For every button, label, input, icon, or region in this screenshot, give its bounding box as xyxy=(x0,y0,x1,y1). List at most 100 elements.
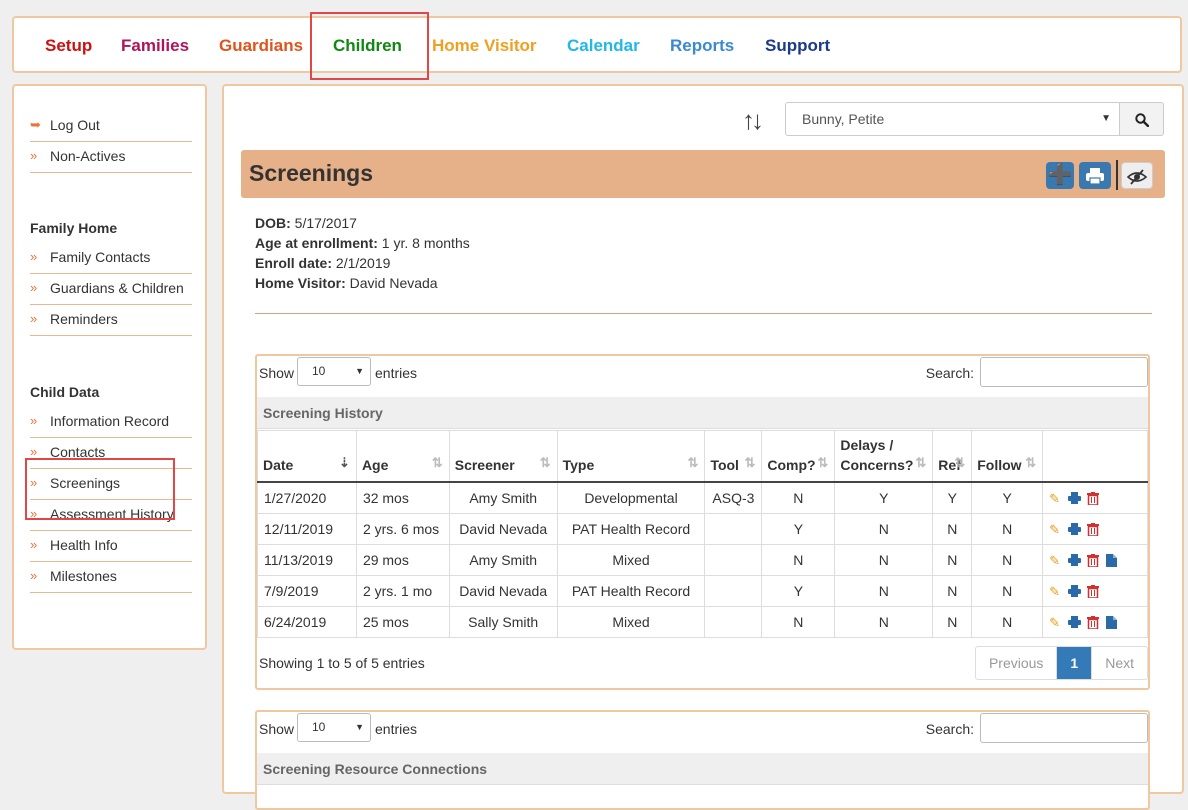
cell-tool xyxy=(704,605,763,638)
sidebar-item-label: Reminders xyxy=(50,311,118,327)
chevron-right-icon: » xyxy=(30,280,38,295)
cell-follow: N xyxy=(971,574,1044,607)
nav-setup[interactable]: Setup xyxy=(45,36,92,56)
cell-tool xyxy=(704,543,763,576)
trash-icon[interactable] xyxy=(1087,491,1100,506)
col-ref[interactable]: Ref ⇅ xyxy=(932,430,973,483)
sidebar-item-label: Health Info xyxy=(50,537,118,553)
sort-icon: ⇅ xyxy=(1025,454,1037,470)
nav-support[interactable]: Support xyxy=(765,36,830,56)
col-follow[interactable]: Follow ⇅ xyxy=(971,430,1044,483)
cell-type: PAT Health Record xyxy=(556,574,706,607)
add-button[interactable]: ➕ xyxy=(1046,162,1074,189)
col-type[interactable]: Type ⇅ xyxy=(556,430,706,483)
cell-screener: Amy Smith xyxy=(448,481,558,514)
print-icon[interactable] xyxy=(1068,491,1082,506)
pagination-page-1[interactable]: 1 xyxy=(1057,647,1093,679)
edit-icon[interactable]: ✎ xyxy=(1049,522,1062,537)
sidebar-item-family-contacts[interactable]: » Family Contacts xyxy=(30,243,192,274)
cell-age: 25 mos xyxy=(355,605,450,638)
table-row: 6/24/2019 25 mos Sally Smith Mixed N N N N ✎ xyxy=(257,605,1148,638)
col-date[interactable]: Date ⇣ xyxy=(257,430,357,483)
entries-length-select[interactable]: 10 ▼ xyxy=(297,357,371,386)
search-button[interactable] xyxy=(1119,102,1164,136)
pagination-next[interactable]: Next xyxy=(1092,647,1147,679)
sidebar-item-log-out[interactable]: ➥ Log Out xyxy=(30,111,192,142)
page-header: Screenings ➕ xyxy=(241,150,1165,198)
nav-home-visitor[interactable]: Home Visitor xyxy=(432,36,537,56)
col-screener[interactable]: Screener ⇅ xyxy=(448,430,558,483)
entries-length-value: 10 xyxy=(312,720,326,734)
col-delays[interactable]: Delays / Concerns? ⇅ xyxy=(834,430,934,483)
child-selector[interactable]: Bunny, Petite ▼ xyxy=(785,102,1120,136)
sort-arrows-icon[interactable]: ↑↓ xyxy=(742,105,764,136)
col-age[interactable]: Age ⇅ xyxy=(355,430,450,483)
print-icon[interactable] xyxy=(1068,553,1082,568)
cell-ref: N xyxy=(932,543,973,576)
age-line: Age at enrollment: 1 yr. 8 months xyxy=(255,235,470,251)
chevron-right-icon: » xyxy=(30,537,38,552)
sidebar-item-reminders[interactable]: » Reminders xyxy=(30,305,192,336)
sidebar-item-information-record[interactable]: » Information Record xyxy=(30,407,192,438)
child-selector-value: Bunny, Petite xyxy=(802,111,885,127)
print-button[interactable] xyxy=(1079,162,1111,189)
cell-actions: ✎ xyxy=(1042,512,1148,545)
pagination-previous[interactable]: Previous xyxy=(976,647,1058,679)
trash-icon[interactable] xyxy=(1087,615,1100,630)
edit-icon[interactable]: ✎ xyxy=(1049,615,1062,630)
print-icon[interactable] xyxy=(1068,522,1082,537)
edit-icon[interactable]: ✎ xyxy=(1049,491,1062,506)
history-search-input[interactable] xyxy=(980,357,1148,387)
sidebar-item-health-info[interactable]: » Health Info xyxy=(30,531,192,562)
cell-date: 12/11/2019 xyxy=(257,512,357,545)
trash-icon[interactable] xyxy=(1087,553,1100,568)
visitor-value: David Nevada xyxy=(349,275,438,291)
cell-type: Mixed xyxy=(556,605,706,638)
enroll-label: Enroll date: xyxy=(255,255,333,271)
cell-delays: N xyxy=(834,543,934,576)
sidebar-item-label: Guardians & Children xyxy=(50,280,184,296)
nav-guardians[interactable]: Guardians xyxy=(219,36,303,56)
col-comp[interactable]: Comp? ⇅ xyxy=(761,430,836,483)
sort-icon: ⇅ xyxy=(954,454,966,470)
table-row: 11/13/2019 29 mos Amy Smith Mixed N N N N ✎ xyxy=(257,543,1148,576)
nav-calendar[interactable]: Calendar xyxy=(567,36,640,56)
cell-delays: N xyxy=(834,512,934,545)
top-nav: Setup Families Guardians Children Home V… xyxy=(12,16,1182,73)
print-icon[interactable] xyxy=(1068,615,1082,630)
sidebar-item-guardians-children[interactable]: » Guardians & Children xyxy=(30,274,192,305)
chevron-right-icon: » xyxy=(30,413,38,428)
entries-length-select[interactable]: 10 ▼ xyxy=(297,713,371,742)
pagination: Previous 1 Next xyxy=(974,646,1148,680)
cell-tool: ASQ-3 xyxy=(704,481,763,514)
entries-length-value: 10 xyxy=(312,364,326,378)
dob-line: DOB: 5/17/2017 xyxy=(255,215,357,231)
nav-reports[interactable]: Reports xyxy=(670,36,734,56)
resource-connections-panel: Show 10 ▼ entries Search: Screening Reso… xyxy=(255,710,1150,810)
hide-button[interactable] xyxy=(1121,162,1153,189)
trash-icon[interactable] xyxy=(1087,522,1100,537)
col-tool[interactable]: Tool ⇅ xyxy=(704,430,763,483)
trash-icon[interactable] xyxy=(1087,584,1100,599)
table-info: Showing 1 to 5 of 5 entries xyxy=(259,655,425,671)
cell-ref: N xyxy=(932,512,973,545)
resource-search-input[interactable] xyxy=(980,713,1148,743)
edit-icon[interactable]: ✎ xyxy=(1049,584,1062,599)
divider xyxy=(255,313,1152,314)
sort-icon: ⇅ xyxy=(431,454,443,470)
sidebar-item-milestones[interactable]: » Milestones xyxy=(30,562,192,593)
print-icon[interactable] xyxy=(1068,584,1082,599)
nav-families[interactable]: Families xyxy=(121,36,189,56)
cell-date: 11/13/2019 xyxy=(257,543,357,576)
screening-history-table: Date ⇣ Age ⇅ Screener ⇅ Type ⇅ Tool ⇅ Comp? ⇅ … xyxy=(257,430,1148,638)
cell-screener: David Nevada xyxy=(448,512,558,545)
sidebar-item-non-actives[interactable]: » Non-Actives xyxy=(30,142,192,173)
document-icon[interactable] xyxy=(1106,615,1119,630)
cell-comp: N xyxy=(761,605,836,638)
cell-follow: Y xyxy=(971,481,1044,514)
col-actions xyxy=(1042,430,1148,483)
cell-tool xyxy=(704,512,763,545)
document-icon[interactable] xyxy=(1106,553,1119,568)
highlight-screenings xyxy=(25,458,175,520)
edit-icon[interactable]: ✎ xyxy=(1049,553,1062,568)
